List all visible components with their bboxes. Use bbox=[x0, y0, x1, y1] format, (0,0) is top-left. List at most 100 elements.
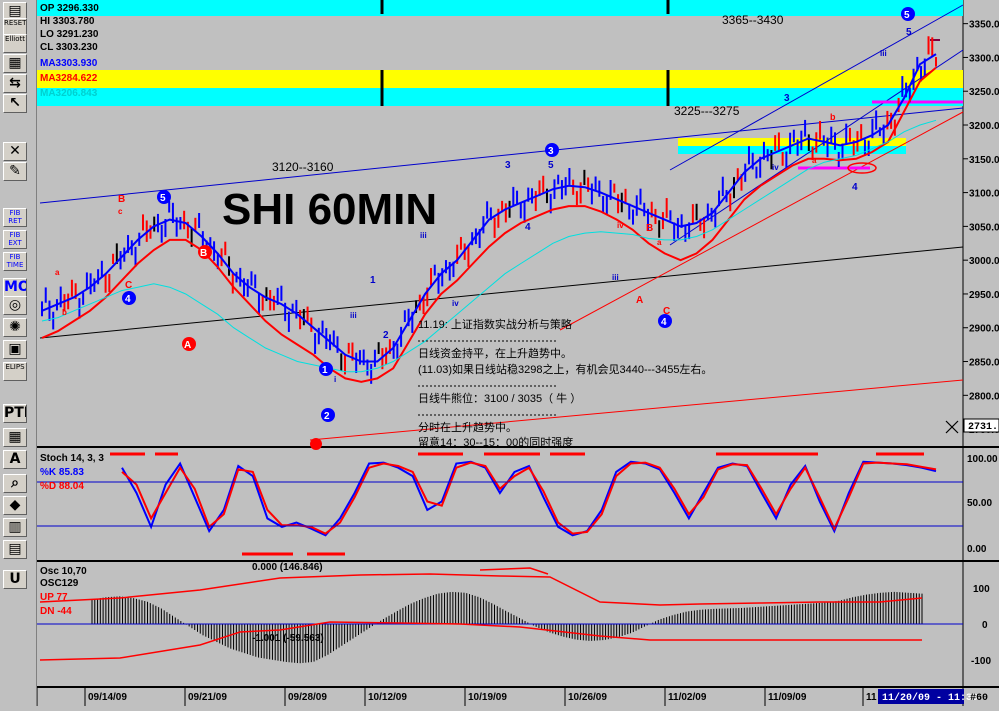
svg-text:B: B bbox=[200, 248, 207, 259]
toolbar-book-button[interactable]: ▤ bbox=[3, 540, 27, 559]
stoch-tick: 0.00 bbox=[967, 544, 987, 555]
date-label: 09/14/09 bbox=[88, 692, 127, 703]
toolbar-pencil-button[interactable]: ✎ bbox=[3, 162, 27, 181]
toolbar-cursor-button[interactable]: ↖ bbox=[3, 94, 27, 113]
date-label: 11/09/09 bbox=[768, 692, 807, 703]
note-line: 日线资金持平，在上升趋势中。 bbox=[418, 346, 572, 360]
toolbar-cross-button[interactable]: ✕ bbox=[3, 142, 27, 161]
toolbar-box-button[interactable]: ▣ bbox=[3, 340, 27, 359]
svg-text:A: A bbox=[636, 295, 643, 306]
svg-text:B: B bbox=[118, 194, 125, 205]
svg-text:a: a bbox=[812, 156, 817, 165]
ma2-value: MA3284.622 bbox=[40, 73, 98, 84]
zone-left-label: 3120--3160 bbox=[272, 160, 334, 174]
stoch-title: Stoch 14, 3, 3 bbox=[40, 453, 104, 464]
spiral-icon: ✺ bbox=[9, 319, 21, 335]
svg-text:2: 2 bbox=[324, 411, 330, 422]
svg-text:4: 4 bbox=[525, 222, 531, 233]
date-label: 09/21/09 bbox=[188, 692, 227, 703]
osc-label: -1.001 (-59.563) bbox=[252, 633, 324, 644]
price-tick: 2850.00 bbox=[969, 358, 999, 369]
svg-text:iv: iv bbox=[772, 163, 779, 172]
book-icon: ▤ bbox=[8, 541, 22, 557]
fib-ret-icon: FIB RET bbox=[8, 209, 22, 225]
svg-text:4: 4 bbox=[661, 317, 667, 328]
yellow-zone bbox=[37, 70, 963, 88]
ohlc-open: OP 3296.330 bbox=[40, 3, 99, 14]
cursor-date: 11/20/09 - 11:30 bbox=[882, 692, 978, 704]
svg-text:b: b bbox=[830, 112, 836, 122]
svg-text:i: i bbox=[334, 375, 336, 384]
toolbar-fib-time-button[interactable]: FIB TIME bbox=[3, 252, 27, 271]
bar-number: #60 bbox=[970, 693, 988, 704]
zone-lower-label: 3225---3275 bbox=[674, 104, 740, 118]
cross-icon: ✕ bbox=[9, 143, 21, 159]
toolbar-table-button[interactable]: ▦ bbox=[3, 428, 27, 447]
osc-up: UP 77 bbox=[40, 592, 68, 603]
toolbar-fib-circle-button[interactable]: ◎ bbox=[3, 296, 27, 315]
svg-text:C: C bbox=[125, 280, 132, 291]
toolbar-text-button[interactable]: A bbox=[3, 450, 27, 469]
svg-text:5: 5 bbox=[904, 10, 910, 21]
toolbar-eraser-button[interactable]: ◆ bbox=[3, 496, 27, 515]
price-tick: 3300.00 bbox=[969, 53, 999, 64]
box-icon: ▣ bbox=[8, 341, 22, 357]
table-icon: ▦ bbox=[8, 429, 22, 445]
price-tick: 3100.00 bbox=[969, 189, 999, 200]
toolbar-spiral-button[interactable]: ✺ bbox=[3, 318, 27, 337]
toolbar-grid-button[interactable]: ▦ bbox=[3, 54, 27, 73]
chart-canvas: Bc ab C 35 4iii iv2 1i iii Ba AC iv iii … bbox=[36, 0, 999, 706]
svg-text:c: c bbox=[118, 207, 123, 216]
price-tick: 2900.00 bbox=[969, 324, 999, 335]
toolbar-fib-ret-button[interactable]: FIB RET bbox=[3, 208, 27, 227]
svg-text:iii: iii bbox=[350, 311, 357, 320]
reset-icon: RESET bbox=[4, 19, 27, 27]
arrows-icon: ⇆ bbox=[9, 75, 21, 91]
toolbar-ellipse-button[interactable]: ELIPS bbox=[3, 362, 27, 381]
layers-icon: ▥ bbox=[8, 519, 22, 535]
toolbar-arrows-button[interactable]: ⇆ bbox=[3, 74, 27, 93]
zone-upper-label: 3365--3430 bbox=[722, 13, 784, 27]
ma3-value: MA3206.843 bbox=[40, 88, 98, 99]
date-label: 10/12/09 bbox=[368, 692, 407, 703]
chart-area: Bc ab C 35 4 iii iv 2 1i iii Ba AC iv iii … bbox=[36, 0, 999, 706]
stoch-label: 0.000 (146.846) bbox=[252, 562, 323, 573]
note-line: 留意14：30--15：00的同时强度 bbox=[418, 435, 573, 449]
osc-dn: DN -44 bbox=[40, 606, 72, 617]
date-label: 11 bbox=[866, 692, 877, 703]
fib-time-icon: FIB TIME bbox=[6, 253, 24, 269]
drawing-toolbar: ▤ RESET Elliott ▦ ⇆ ↖ ✕ ✎ FIB RET FIB EXT FIB TIME… bbox=[0, 0, 37, 706]
zoom-icon: ⌕ bbox=[11, 475, 19, 491]
eraser-icon: ◆ bbox=[9, 497, 21, 513]
osc-title: Osc 10,70 bbox=[40, 566, 87, 577]
note-title: 11.19: 上证指数实战分析与策略 bbox=[418, 317, 572, 331]
fib-circle-icon: ◎ bbox=[8, 297, 22, 313]
elliott-icon: Elliott bbox=[4, 35, 26, 43]
current-price: 2731.0 bbox=[968, 422, 999, 433]
svg-text:iii: iii bbox=[880, 49, 887, 58]
toolbar-pti-button[interactable]: PTI bbox=[3, 404, 27, 423]
stoch-d: %D 88.04 bbox=[40, 481, 84, 492]
osc-tick: -100 bbox=[971, 656, 991, 667]
svg-text:iv: iv bbox=[452, 299, 459, 308]
svg-text:5: 5 bbox=[548, 160, 554, 171]
svg-text:1: 1 bbox=[322, 365, 328, 376]
svg-text:4: 4 bbox=[125, 294, 131, 305]
toolbar-fib-ext-button[interactable]: FIB EXT bbox=[3, 230, 27, 249]
price-tick: 3350.00 bbox=[969, 20, 999, 31]
price-tick: 3200.00 bbox=[969, 121, 999, 132]
svg-text:5: 5 bbox=[160, 193, 166, 204]
ellipse-icon: ELIPS bbox=[5, 363, 25, 371]
toolbar-mob-button[interactable]: MOB bbox=[3, 278, 27, 297]
ohlc-close: CL 3303.230 bbox=[40, 42, 98, 53]
date-label: 09/28/09 bbox=[288, 692, 327, 703]
toolbar-magnet-button[interactable]: U bbox=[3, 570, 27, 589]
toolbar-elliott-button[interactable]: Elliott bbox=[3, 34, 27, 53]
pti-icon: PTI bbox=[4, 405, 27, 421]
svg-text:3: 3 bbox=[548, 146, 554, 157]
toolbar-layers-button[interactable]: ▥ bbox=[3, 518, 27, 537]
date-label: 10/26/09 bbox=[568, 692, 607, 703]
cursor-icon: ↖ bbox=[9, 95, 21, 111]
osc-name: OSC129 bbox=[40, 578, 79, 589]
toolbar-zoom-button[interactable]: ⌕ bbox=[3, 474, 27, 493]
